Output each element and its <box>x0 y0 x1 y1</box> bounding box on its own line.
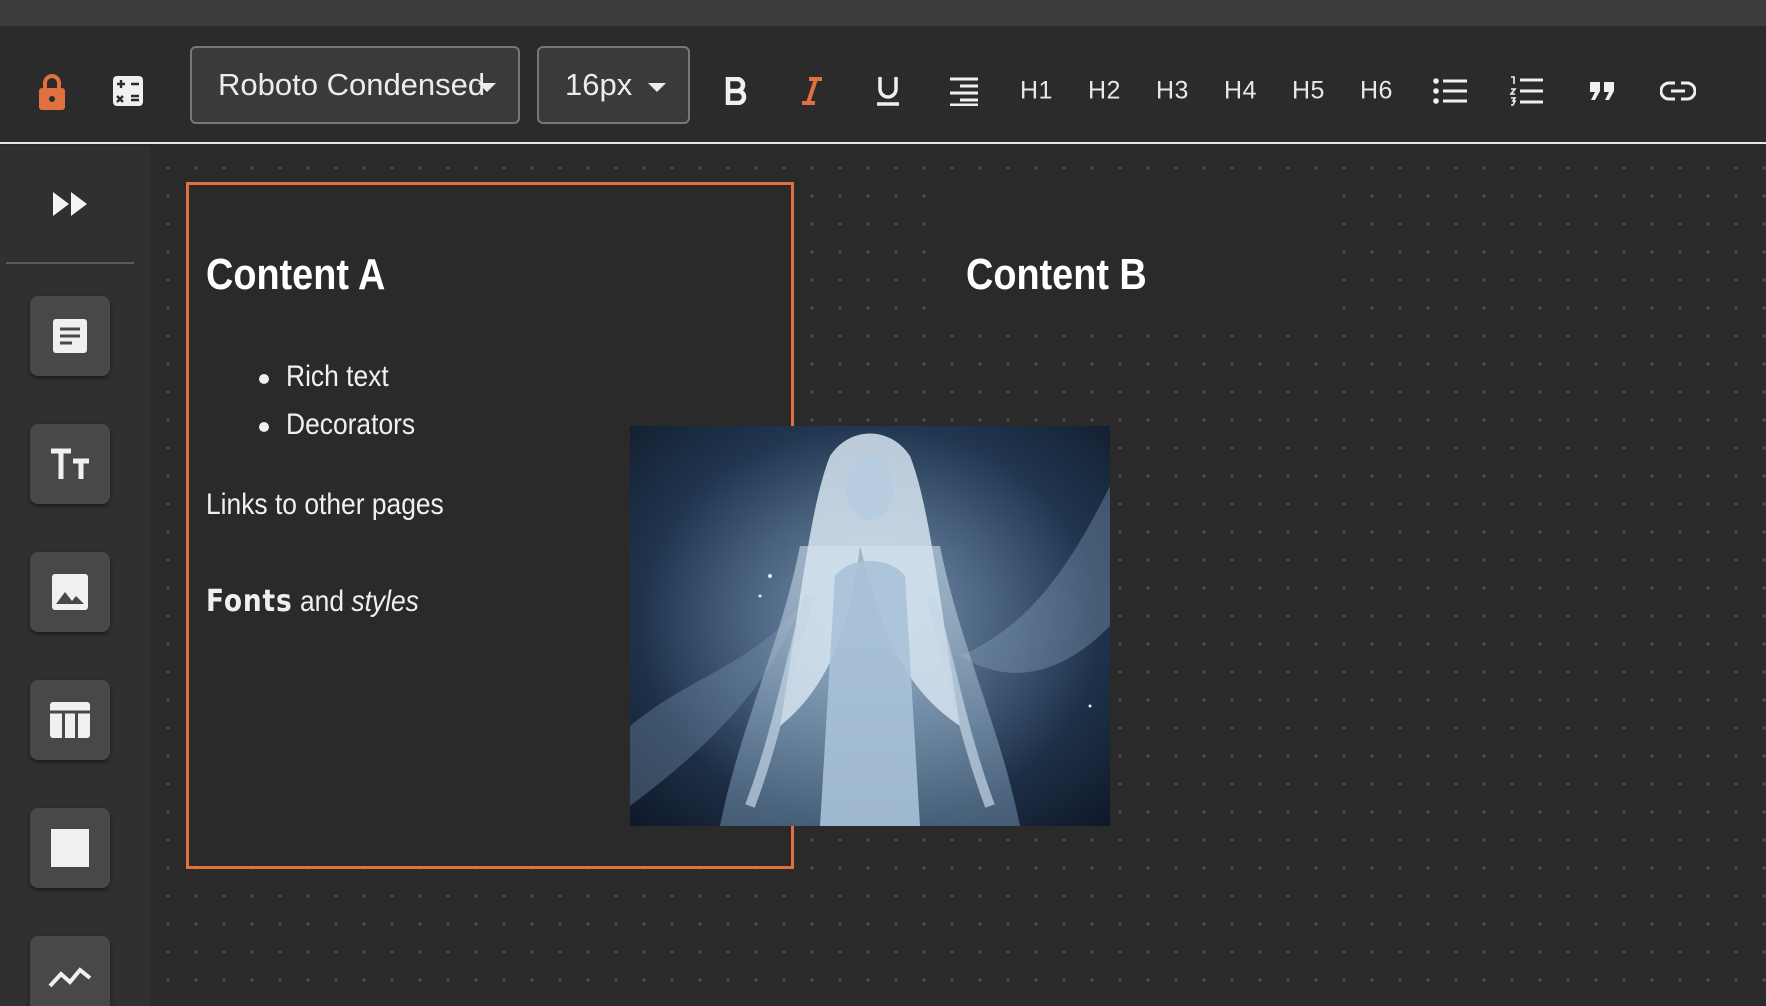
text-size-button[interactable] <box>30 424 110 504</box>
heading-3-button[interactable]: H3 <box>1156 77 1189 106</box>
link-icon[interactable] <box>1656 66 1700 116</box>
font-family-value: Roboto Condensed <box>218 67 486 102</box>
fonts-word: Fonts <box>206 584 293 619</box>
shape-button[interactable] <box>30 808 110 888</box>
chevron-down-icon <box>478 83 496 92</box>
bullet-list-icon[interactable] <box>1430 66 1470 116</box>
sidebar-divider <box>6 262 134 264</box>
heading-2-button[interactable]: H2 <box>1088 77 1121 106</box>
numbered-list-icon[interactable] <box>1506 66 1546 116</box>
editor-toolbar: Roboto Condensed 16px H1 H2 H3 H4 H5 H6 <box>0 26 1766 144</box>
and-word: and <box>299 585 345 618</box>
bullet-marker <box>259 422 269 432</box>
italic-icon[interactable] <box>792 66 832 116</box>
font-family-select[interactable]: Roboto Condensed <box>190 46 520 124</box>
heading-1-button[interactable]: H1 <box>1020 77 1053 106</box>
content-a-title: Content A <box>206 250 386 299</box>
ghost-woman-image[interactable] <box>630 426 1110 826</box>
bullet-marker <box>259 374 269 384</box>
font-size-value: 16px <box>565 67 633 102</box>
quote-icon[interactable] <box>1582 66 1622 116</box>
square-icon <box>51 829 89 867</box>
heading-6-button[interactable]: H6 <box>1360 77 1393 106</box>
image-icon <box>52 574 88 610</box>
table-button[interactable] <box>30 680 110 760</box>
list-item: Decorators <box>286 408 416 441</box>
styles-word: styles <box>351 585 419 618</box>
calculator-icon[interactable] <box>108 66 148 116</box>
expand-icon[interactable] <box>46 180 94 228</box>
list-item: Rich text <box>286 360 389 393</box>
chart-button[interactable] <box>30 936 110 1006</box>
heading-5-button[interactable]: H5 <box>1292 77 1325 106</box>
table-icon <box>50 702 90 738</box>
image-button[interactable] <box>30 552 110 632</box>
align-right-icon[interactable] <box>944 66 984 116</box>
chevron-down-icon <box>648 83 666 92</box>
underline-icon[interactable] <box>868 66 908 116</box>
chart-line-icon <box>48 967 92 988</box>
text-block-icon <box>53 319 87 353</box>
font-size-select[interactable]: 16px <box>537 46 690 124</box>
lock-icon[interactable] <box>34 62 70 122</box>
fonts-styles-paragraph: Fonts and styles <box>206 584 419 619</box>
text-block-button[interactable] <box>30 296 110 376</box>
content-b-title: Content B <box>966 250 1147 299</box>
window-top-strip <box>0 0 1766 26</box>
links-paragraph[interactable]: Links to other pages <box>206 488 444 522</box>
sidebar <box>0 146 150 1006</box>
text-size-icon <box>51 448 89 479</box>
bold-icon[interactable] <box>716 66 756 116</box>
heading-4-button[interactable]: H4 <box>1224 77 1257 106</box>
